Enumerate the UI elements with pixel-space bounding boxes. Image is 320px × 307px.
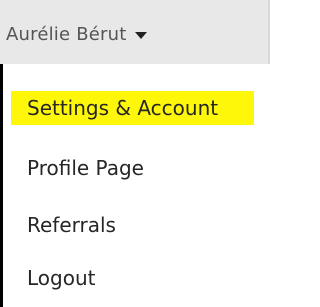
menu-item-label: Logout <box>27 266 96 290</box>
menu-item-referrals[interactable]: Referrals <box>27 208 116 242</box>
user-menu-header: Aurélie Bérut <box>0 0 270 64</box>
menu-item-settings-account[interactable]: Settings & Account <box>11 91 254 125</box>
user-dropdown-toggle[interactable]: Aurélie Bérut <box>6 20 147 48</box>
menu-item-label: Referrals <box>27 213 116 237</box>
menu-item-label: Settings & Account <box>27 96 219 120</box>
menu-item-logout[interactable]: Logout <box>27 261 95 295</box>
caret-down-icon <box>134 31 147 39</box>
menu-item-label: Profile Page <box>27 156 144 180</box>
header-edge <box>268 0 270 64</box>
menu-item-profile-page[interactable]: Profile Page <box>27 151 144 185</box>
user-name: Aurélie Bérut <box>6 23 127 45</box>
